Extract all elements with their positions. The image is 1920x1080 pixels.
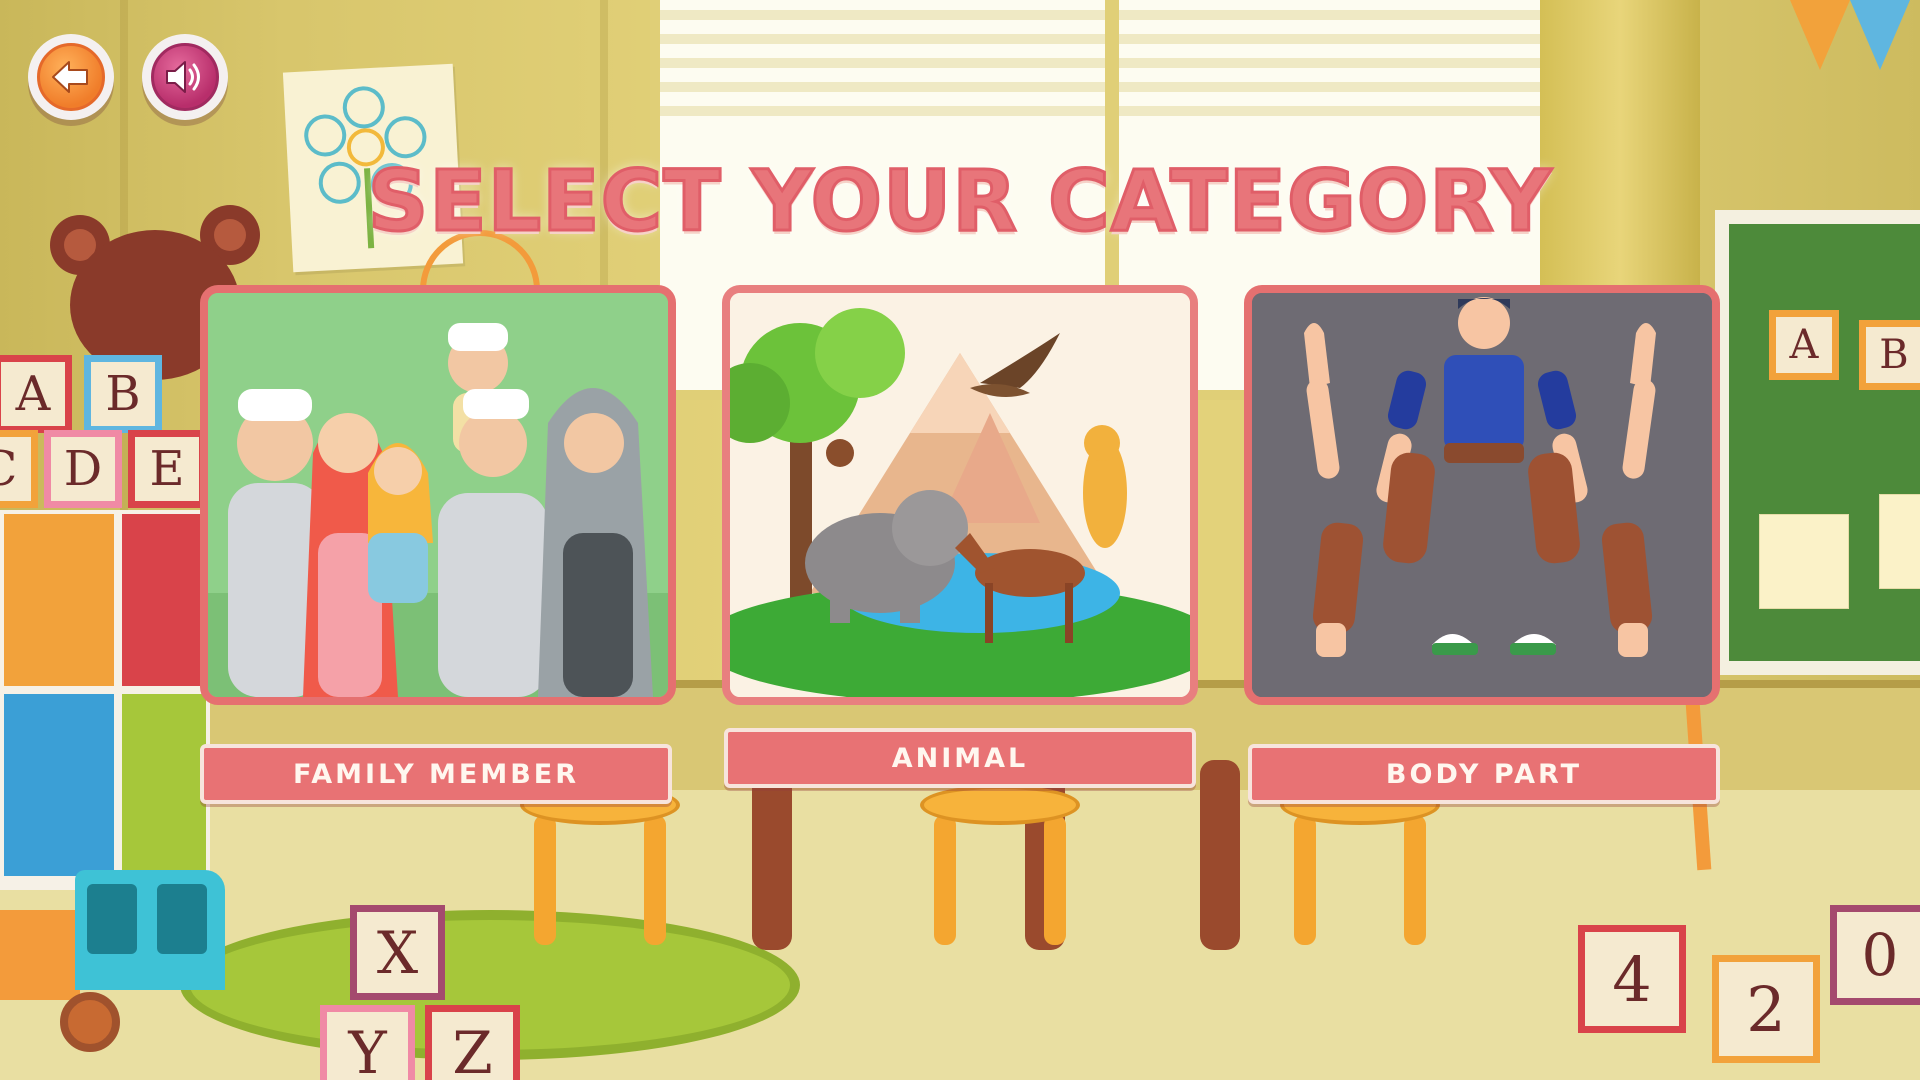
chalk-board: A B bbox=[1715, 210, 1920, 675]
body-parts-illustration bbox=[1252, 293, 1712, 697]
toy-block: 0 bbox=[1830, 905, 1920, 1005]
stool bbox=[520, 785, 680, 955]
category-card-family[interactable] bbox=[200, 285, 676, 705]
table-leg bbox=[1200, 760, 1240, 950]
page-title: SELECT YOUR CATEGORY bbox=[366, 151, 1553, 252]
arrow-left-icon bbox=[52, 61, 88, 93]
toy-block: B bbox=[84, 355, 162, 433]
toy-block: D bbox=[44, 430, 122, 508]
category-button-family[interactable]: FAMILY MEMBER bbox=[200, 744, 672, 804]
toy-shelf bbox=[0, 510, 210, 890]
stool bbox=[1280, 785, 1440, 955]
toy-block: C bbox=[0, 430, 38, 508]
toy-block: E bbox=[128, 430, 206, 508]
toy-block: Y bbox=[320, 1005, 415, 1080]
toy-block: 2 bbox=[1712, 955, 1820, 1063]
category-card-animal[interactable] bbox=[722, 285, 1198, 705]
bunting-flag bbox=[1850, 0, 1910, 70]
stool bbox=[920, 785, 1080, 955]
sound-button[interactable] bbox=[142, 34, 228, 120]
speaker-icon bbox=[166, 61, 200, 93]
toy-block: A bbox=[0, 355, 72, 433]
family-illustration bbox=[208, 293, 668, 697]
back-button[interactable] bbox=[28, 34, 114, 120]
category-card-body[interactable] bbox=[1244, 285, 1720, 705]
category-button-animal[interactable]: ANIMAL bbox=[724, 728, 1196, 788]
toy-block: Z bbox=[425, 1005, 520, 1080]
toy-block: 4 bbox=[1578, 925, 1686, 1033]
toy-truck bbox=[0, 870, 230, 1052]
bunting-flag bbox=[1790, 0, 1850, 70]
category-button-body[interactable]: BODY PART bbox=[1248, 744, 1720, 804]
toy-block: X bbox=[350, 905, 445, 1000]
wildlife-illustration bbox=[730, 293, 1190, 697]
table-leg bbox=[752, 760, 792, 950]
